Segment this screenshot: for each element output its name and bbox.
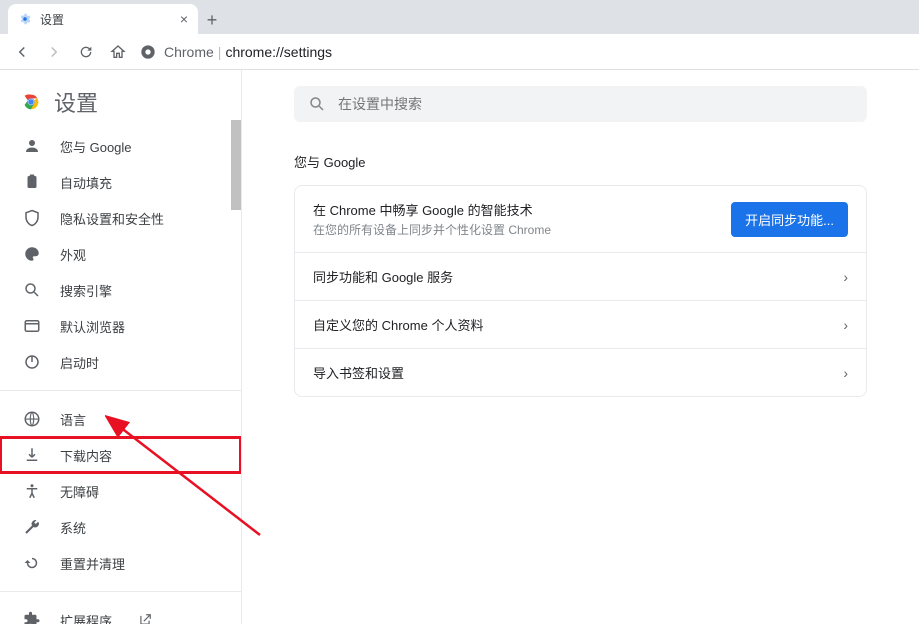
settings-sidebar: 设置 您与 Google 自动填充 隐私设置和安全性 外观 搜索引擎 [0, 70, 242, 624]
chrome-icon [140, 44, 156, 60]
sidebar-item-label: 无障碍 [60, 482, 99, 501]
sidebar-item-accessibility[interactable]: 无障碍 [0, 473, 241, 509]
sidebar-item-downloads[interactable]: 下载内容 [0, 437, 241, 473]
download-icon [22, 446, 42, 464]
sidebar-item-label: 外观 [60, 245, 86, 264]
chevron-right-icon: › [843, 317, 848, 333]
home-button[interactable] [104, 38, 132, 66]
settings-search-box[interactable] [294, 86, 867, 122]
sidebar-item-label: 搜索引擎 [60, 281, 112, 300]
sidebar-item-privacy[interactable]: 隐私设置和安全性 [0, 200, 241, 236]
gear-icon [18, 12, 32, 26]
search-icon [308, 95, 326, 113]
sidebar-item-label: 您与 Google [60, 137, 132, 156]
sidebar-item-label: 下载内容 [60, 446, 112, 465]
sidebar-item-search-engine[interactable]: 搜索引擎 [0, 272, 241, 308]
sidebar-list: 您与 Google 自动填充 隐私设置和安全性 外观 搜索引擎 默认浏览器 [0, 128, 241, 624]
sidebar-item-label: 默认浏览器 [60, 317, 125, 336]
sidebar-item-label: 自动填充 [60, 173, 112, 192]
row-label: 自定义您的 Chrome 个人资料 [313, 315, 843, 334]
sidebar-item-on-startup[interactable]: 启动时 [0, 344, 241, 380]
clipboard-icon [22, 173, 42, 191]
row-import-bookmarks[interactable]: 导入书签和设置 › [295, 348, 866, 396]
sidebar-item-default-browser[interactable]: 默认浏览器 [0, 308, 241, 344]
palette-icon [22, 245, 42, 263]
sidebar-item-languages[interactable]: 语言 [0, 401, 241, 437]
settings-main: 您与 Google 在 Chrome 中畅享 Google 的智能技术 在您的所… [242, 70, 919, 624]
browser-tab-bar: 设置 × + [0, 0, 919, 34]
extension-icon [22, 611, 42, 624]
url-host-label: Chrome [164, 44, 214, 60]
address-bar[interactable]: Chrome | chrome://settings [140, 44, 332, 60]
you-and-google-card: 在 Chrome 中畅享 Google 的智能技术 在您的所有设备上同步并个性化… [294, 185, 867, 397]
search-icon [22, 281, 42, 299]
sidebar-item-label: 语言 [60, 410, 86, 429]
tab-close-icon[interactable]: × [180, 11, 188, 27]
sidebar-item-appearance[interactable]: 外观 [0, 236, 241, 272]
sidebar-item-label: 启动时 [60, 353, 99, 372]
browser-icon [22, 317, 42, 335]
sidebar-item-label: 隐私设置和安全性 [60, 209, 164, 228]
browser-tab-settings[interactable]: 设置 × [8, 4, 198, 34]
back-button[interactable] [8, 38, 36, 66]
sidebar-divider [0, 390, 241, 391]
sidebar-item-you-and-google[interactable]: 您与 Google [0, 128, 241, 164]
sidebar-item-label: 扩展程序 [60, 611, 112, 624]
sync-promo-title: 在 Chrome 中畅享 Google 的智能技术 [313, 200, 731, 219]
chevron-right-icon: › [843, 365, 848, 381]
sync-promo-subtitle: 在您的所有设备上同步并个性化设置 Chrome [313, 221, 731, 238]
scrollbar-thumb[interactable] [231, 120, 241, 210]
sidebar-item-extensions[interactable]: 扩展程序 [0, 602, 241, 624]
sidebar-divider [0, 591, 241, 592]
sidebar-item-label: 系统 [60, 518, 86, 537]
sidebar-title: 设置 [54, 86, 98, 118]
row-label: 同步功能和 Google 服务 [313, 267, 843, 286]
section-title: 您与 Google [294, 152, 867, 171]
wrench-icon [22, 518, 42, 536]
row-customize-profile[interactable]: 自定义您的 Chrome 个人资料 › [295, 300, 866, 348]
sidebar-item-system[interactable]: 系统 [0, 509, 241, 545]
sync-promo-row: 在 Chrome 中畅享 Google 的智能技术 在您的所有设备上同步并个性化… [295, 186, 866, 252]
shield-icon [22, 209, 42, 227]
sidebar-header: 设置 [0, 70, 241, 128]
sidebar-item-label: 重置并清理 [60, 554, 125, 573]
globe-icon [22, 410, 42, 428]
person-icon [22, 137, 42, 155]
restore-icon [22, 554, 42, 572]
row-label: 导入书签和设置 [313, 363, 843, 382]
reload-button[interactable] [72, 38, 100, 66]
external-link-icon [138, 613, 152, 624]
sidebar-item-reset[interactable]: 重置并清理 [0, 545, 241, 581]
tab-title: 设置 [40, 11, 64, 28]
accessibility-icon [22, 482, 42, 500]
sidebar-item-autofill[interactable]: 自动填充 [0, 164, 241, 200]
row-sync-google-services[interactable]: 同步功能和 Google 服务 › [295, 252, 866, 300]
forward-button[interactable] [40, 38, 68, 66]
chrome-logo-icon [20, 91, 42, 113]
chevron-right-icon: › [843, 269, 848, 285]
url-path: chrome://settings [225, 44, 332, 60]
turn-on-sync-button[interactable]: 开启同步功能... [731, 202, 848, 237]
power-icon [22, 353, 42, 371]
browser-toolbar: Chrome | chrome://settings [0, 34, 919, 70]
settings-search-input[interactable] [338, 96, 853, 112]
new-tab-button[interactable]: + [198, 6, 226, 34]
